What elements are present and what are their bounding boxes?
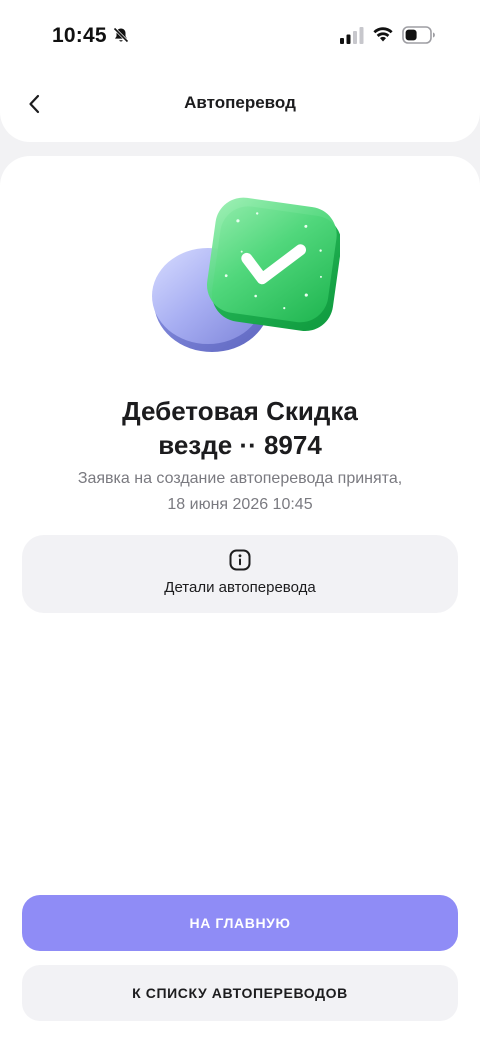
page-title: Автоперевод: [184, 93, 296, 112]
info-icon: [229, 549, 251, 571]
success-check-icon: [152, 197, 340, 352]
header: Автоперевод: [0, 60, 480, 142]
bell-slash-icon: [113, 27, 129, 43]
status-message-text: Заявка на создание автоперевода принята,: [77, 470, 403, 487]
battery-icon: [402, 26, 435, 44]
screen: 10:45 Автоперевод Дебетовая Скидка везде…: [0, 0, 480, 1043]
status-bar: 10:45: [0, 0, 480, 60]
result-card: Дебетовая Скидка везде ·· 8974 Заявка на…: [0, 156, 480, 1043]
details-label: Детали автоперевода: [164, 579, 316, 596]
details-button[interactable]: Детали автоперевода: [22, 535, 458, 613]
go-home-button[interactable]: НА ГЛАВНУЮ: [22, 895, 458, 951]
account-title: Дебетовая Скидка везде ·· 8974: [40, 394, 440, 462]
wifi-icon: [373, 27, 393, 42]
status-message: Заявка на создание автоперевода принята,…: [40, 466, 440, 518]
account-number: везде ·· 8974: [158, 430, 322, 460]
transfer-list-button[interactable]: К СПИСКУ АВТОПЕРЕВОДОВ: [22, 965, 458, 1021]
status-message-date: 18 июня 2026 10:45: [167, 496, 313, 513]
status-time: 10:45: [52, 24, 107, 47]
signal-icon: [340, 27, 364, 44]
account-name: Дебетовая Скидка: [122, 396, 358, 426]
